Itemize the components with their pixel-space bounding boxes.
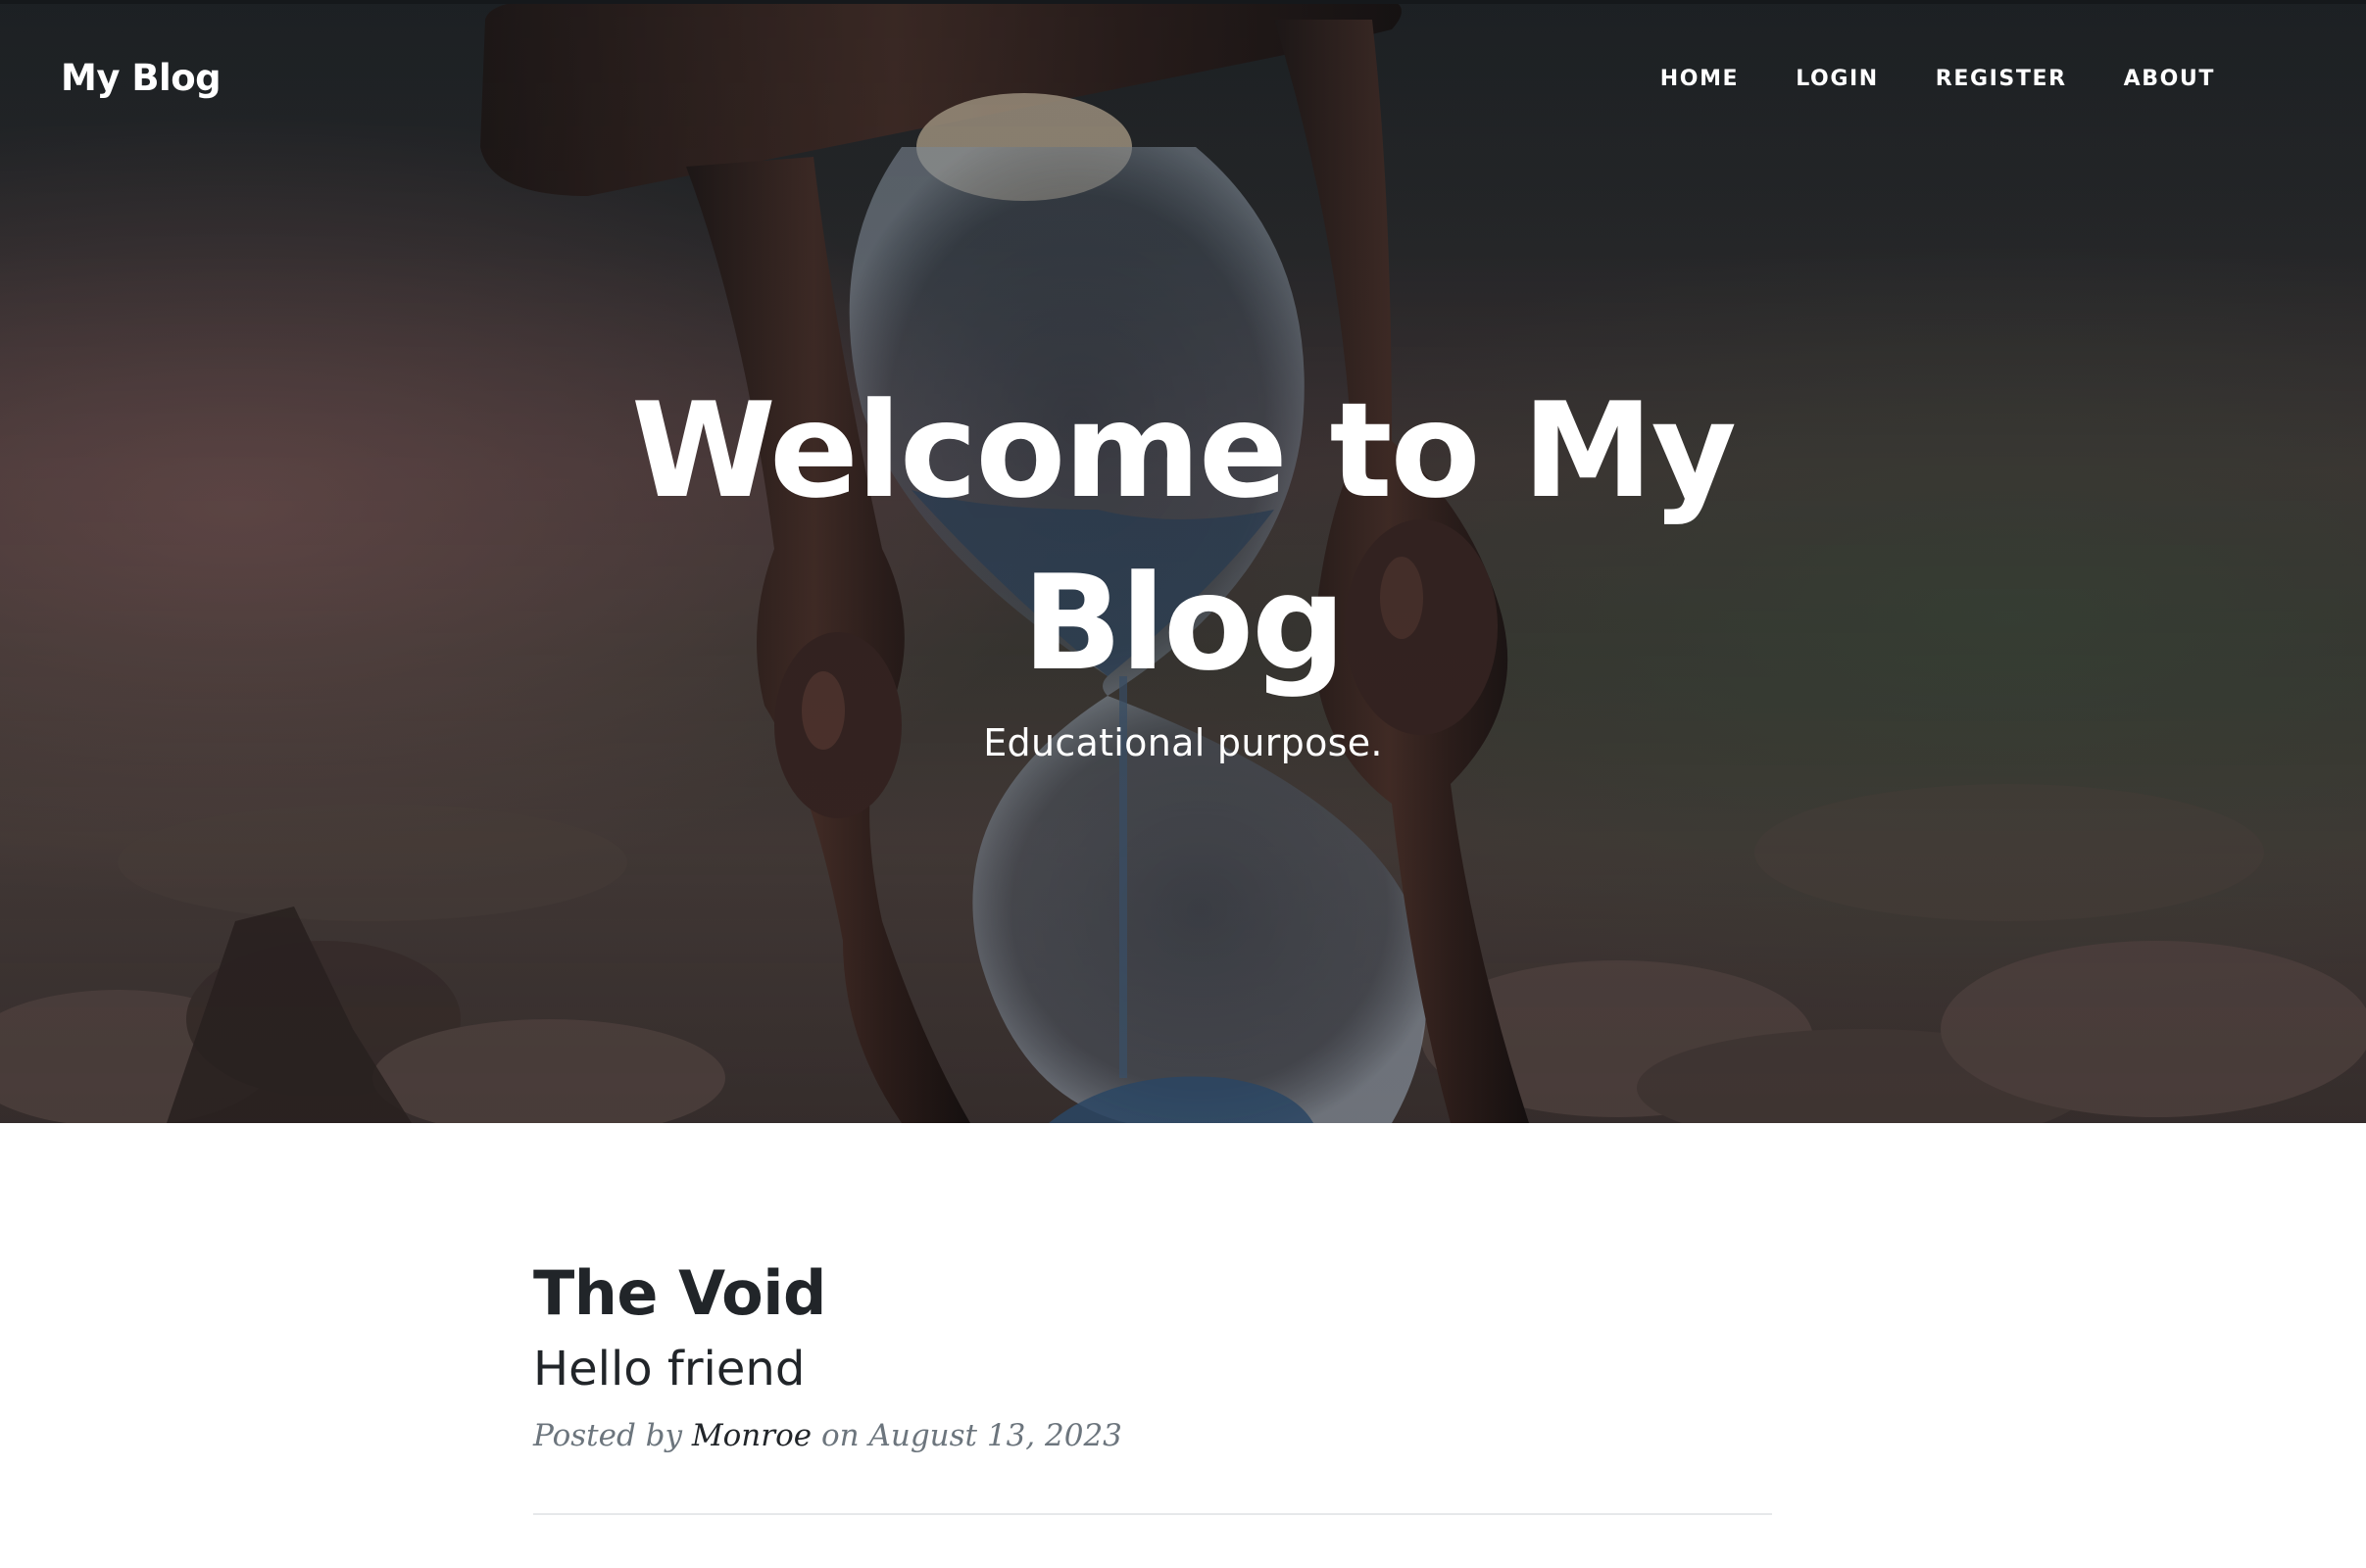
hero-heading-block: Welcome to My Blog Educational purpose. xyxy=(0,365,2366,772)
hero-header: My Blog HOME LOGIN REGISTER ABOUT Welcom… xyxy=(0,0,2366,1123)
nav-link-about[interactable]: ABOUT xyxy=(2124,67,2215,91)
top-border xyxy=(0,0,2366,4)
nav-link-login[interactable]: LOGIN xyxy=(1796,67,1879,91)
navbar-brand[interactable]: My Blog xyxy=(61,51,222,106)
hero-subtitle: Educational purpose. xyxy=(983,721,1383,764)
post-preview: The Void Hello friend Posted by Monroe o… xyxy=(533,1254,1772,1523)
post-author-link[interactable]: Monroe xyxy=(692,1418,812,1453)
post-meta-on: on xyxy=(820,1418,860,1453)
post-date: August 13, 2023 xyxy=(868,1418,1122,1453)
post-meta-prefix: Posted by xyxy=(533,1418,683,1453)
nav-link-register[interactable]: REGISTER xyxy=(1936,67,2067,91)
navbar-menu: HOME LOGIN REGISTER ABOUT xyxy=(1660,59,2215,98)
post-meta: Posted by Monroe on August 13, 2023 xyxy=(533,1411,1772,1460)
page: My Blog HOME LOGIN REGISTER ABOUT Welcom… xyxy=(0,0,2366,1568)
post-divider xyxy=(533,1513,1772,1515)
hero-title: Welcome to My Blog xyxy=(631,374,1737,700)
post-subtitle[interactable]: Hello friend xyxy=(533,1339,1772,1399)
nav-link-home[interactable]: HOME xyxy=(1660,67,1739,91)
post-title[interactable]: The Void xyxy=(533,1254,1772,1333)
